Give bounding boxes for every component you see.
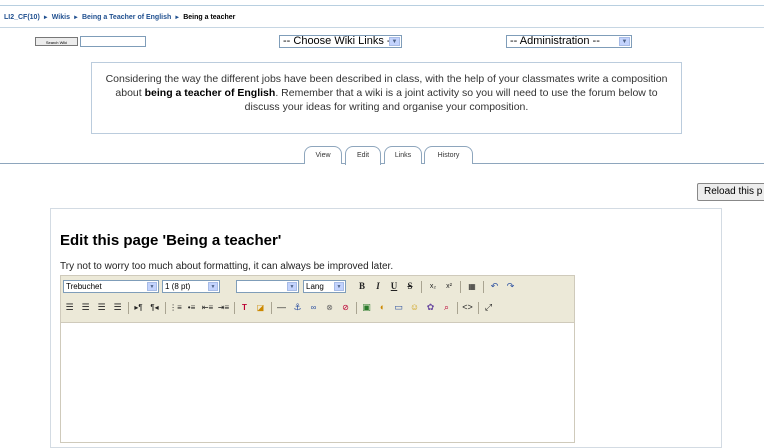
chevron-down-icon: ▼ <box>208 282 218 291</box>
align-center-icon[interactable]: ☰ <box>79 301 92 314</box>
breadcrumb-separator: ► <box>42 15 49 21</box>
paragraph-style-select[interactable]: ▼ <box>236 280 299 293</box>
toolbar-separator <box>460 281 461 293</box>
anchor-icon[interactable]: ⚓ <box>291 301 304 314</box>
chevron-down-icon: ▼ <box>389 37 400 46</box>
bold-icon[interactable]: B <box>356 280 368 293</box>
toolbar-separator <box>165 302 166 314</box>
smiley-icon[interactable]: ☺ <box>408 301 421 314</box>
tabs-baseline <box>0 163 764 164</box>
breadcrumb-divider <box>0 27 764 28</box>
intro-bold-text: being a teacher of English <box>144 87 276 99</box>
justify-icon[interactable]: ☰ <box>111 301 124 314</box>
superscript-icon[interactable]: x² <box>442 280 456 293</box>
fullscreen-icon[interactable]: ⤢ <box>482 301 495 314</box>
language-select[interactable]: Lang ▼ <box>303 280 346 293</box>
indent-icon[interactable]: ⇥≡ <box>217 301 230 314</box>
wiki-editor-textarea[interactable] <box>60 323 575 443</box>
align-left-icon[interactable]: ☰ <box>63 301 76 314</box>
choose-wiki-links-select[interactable]: -- Choose Wiki Links -- ▼ <box>279 35 402 48</box>
chevron-down-icon: ▼ <box>287 282 297 291</box>
intro-text-continued: . Remember that a wiki is a joint activi… <box>244 87 658 113</box>
highlight-color-icon[interactable]: ◪ <box>254 301 267 314</box>
align-right-icon[interactable]: ☰ <box>95 301 108 314</box>
special-char-icon[interactable]: ✿ <box>424 301 437 314</box>
breadcrumb: LI2_CF(10) ► Wikis ► Being a Teacher of Engl… <box>4 14 235 21</box>
toolbar-separator <box>128 302 129 314</box>
breadcrumb-wiki-link[interactable]: Being a Teacher of English <box>82 14 171 21</box>
font-family-select[interactable]: Trebuchet ▼ <box>63 280 159 293</box>
link-icon[interactable]: ∞ <box>307 301 320 314</box>
formatting-note: Try not to worry too much about formatti… <box>60 261 394 272</box>
search-wiki-button[interactable]: Search Wiki <box>35 37 78 46</box>
subscript-icon[interactable]: x₂ <box>426 280 440 293</box>
administration-value: -- Administration -- <box>510 35 600 47</box>
breadcrumb-separator: ► <box>72 15 79 21</box>
italic-icon[interactable]: I <box>372 280 384 293</box>
strikethrough-icon[interactable]: S <box>404 280 416 293</box>
chevron-down-icon: ▼ <box>619 37 630 46</box>
undo-icon[interactable]: ↶ <box>488 280 501 293</box>
clean-word-icon[interactable]: ▦ <box>465 280 479 293</box>
toolbar-separator <box>356 302 357 314</box>
font-size-value: 1 (8 pt) <box>165 282 191 291</box>
insert-image-icon[interactable]: ▣ <box>360 301 373 314</box>
reload-page-button[interactable]: Reload this p <box>697 183 764 201</box>
html-source-icon[interactable]: <> <box>461 301 474 314</box>
tab-history[interactable]: History <box>424 146 473 164</box>
rtl-direction-icon[interactable]: ¶◂ <box>148 301 161 314</box>
wiki-intro-box: Considering the way the different jobs h… <box>91 62 682 134</box>
tab-view[interactable]: View <box>304 146 342 164</box>
toolbar-separator <box>457 302 458 314</box>
insert-media-icon[interactable]: ◐ <box>376 301 389 314</box>
ltr-direction-icon[interactable]: ▸¶ <box>132 301 145 314</box>
breadcrumb-course-link[interactable]: LI2_CF(10) <box>4 14 40 21</box>
chevron-down-icon: ▼ <box>147 282 157 291</box>
font-family-value: Trebuchet <box>66 282 102 291</box>
breadcrumb-separator: ► <box>174 15 181 21</box>
redo-icon[interactable]: ↷ <box>504 280 517 293</box>
insert-table-icon[interactable]: ▭ <box>392 301 405 314</box>
breadcrumb-current-page: Being a teacher <box>183 14 236 21</box>
horizontal-rule-icon[interactable]: — <box>275 301 288 314</box>
edit-page-title: Edit this page 'Being a teacher' <box>60 232 282 249</box>
toolbar-separator <box>483 281 484 293</box>
toolbar-separator <box>271 302 272 314</box>
search-replace-icon[interactable]: ⌕ <box>440 301 453 314</box>
tab-edit[interactable]: Edit <box>345 146 381 165</box>
chevron-down-icon: ▼ <box>334 282 344 291</box>
ordered-list-icon[interactable]: ⋮≡ <box>169 301 182 314</box>
language-value: Lang <box>306 282 324 291</box>
unlink-icon[interactable]: ⊗ <box>323 301 336 314</box>
font-size-select[interactable]: 1 (8 pt) ▼ <box>162 280 220 293</box>
administration-select[interactable]: -- Administration -- ▼ <box>506 35 632 48</box>
editor-toolbar: Trebuchet ▼ 1 (8 pt) ▼ ▼ Lang ▼ B I U S … <box>60 275 575 323</box>
search-wiki-input[interactable] <box>80 36 146 47</box>
underline-icon[interactable]: U <box>388 280 400 293</box>
choose-wiki-links-value: -- Choose Wiki Links -- <box>283 35 395 47</box>
text-color-icon[interactable]: T <box>238 301 251 314</box>
toolbar-separator <box>421 281 422 293</box>
outdent-icon[interactable]: ⇤≡ <box>201 301 214 314</box>
tab-links[interactable]: Links <box>384 146 422 164</box>
top-divider <box>0 5 764 6</box>
nolink-icon[interactable]: ⊘ <box>339 301 352 314</box>
toolbar-separator <box>234 302 235 314</box>
breadcrumb-wikis-link[interactable]: Wikis <box>52 14 70 21</box>
toolbar-separator <box>478 302 479 314</box>
unordered-list-icon[interactable]: •≡ <box>185 301 198 314</box>
